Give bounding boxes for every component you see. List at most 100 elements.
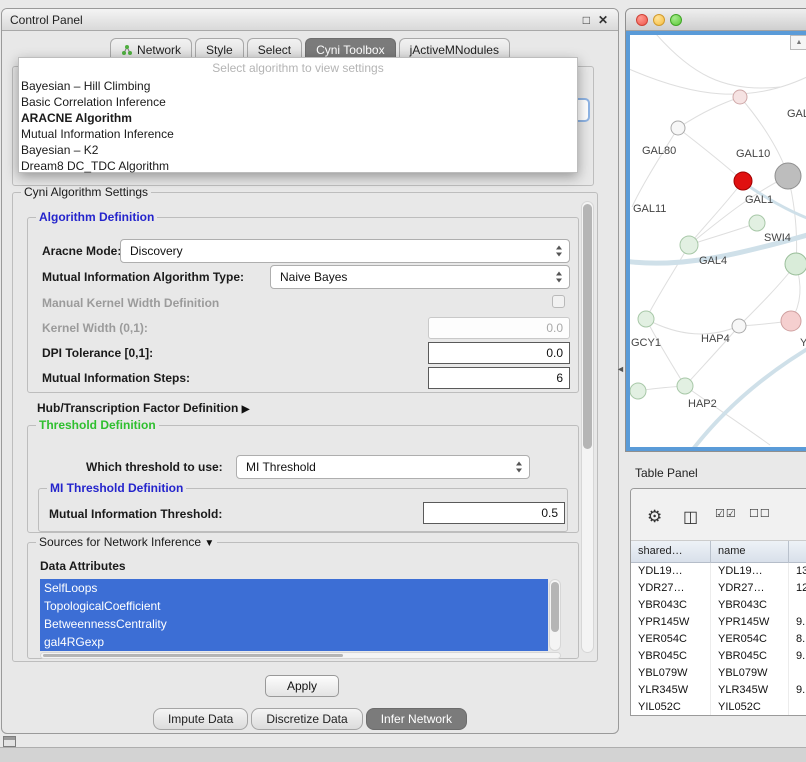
attribute-list-hscrollbar[interactable] [40,652,561,659]
scrollbar-up-icon[interactable]: ▲ [790,35,806,50]
dpi-tolerance-label: DPI Tolerance [0,1]: [42,344,153,362]
mi-threshold-label: Mutual Information Threshold: [49,505,222,523]
float-window-icon[interactable]: □ [583,9,590,31]
minimized-window-icon[interactable] [3,736,16,747]
tab-infer-network[interactable]: Infer Network [366,708,467,730]
table-row[interactable]: YBR045C YBR045C 9. [631,648,806,665]
network-node[interactable] [671,121,685,135]
network-node[interactable] [630,383,646,399]
aracne-mode-value: Discovery [130,244,183,258]
network-node[interactable] [734,172,752,190]
attribute-item[interactable]: SelfLoops [40,579,548,597]
close-traffic-light[interactable] [636,14,648,26]
close-window-icon[interactable]: ✕ [598,9,608,31]
table-header-row: shared… name [631,541,806,563]
attribute-item[interactable]: BetweennessCentrality [40,615,548,633]
network-canvas[interactable]: GAL GAL80 GAL10 GAL11 GAL1 SWI4 GAL4 GCY… [630,35,806,449]
settings-scrollbar-thumb[interactable] [583,204,592,449]
tab-impute-data[interactable]: Impute Data [153,708,248,730]
apply-button[interactable]: Apply [265,675,339,697]
tab-discretize-data[interactable]: Discretize Data [251,708,362,730]
which-threshold-select[interactable]: MI Threshold [236,455,530,479]
cell: YBR045C [631,648,711,665]
combo-stepper-icon [556,272,563,283]
manual-kernel-label: Manual Kernel Width Definition [42,294,219,312]
cyni-algorithm-settings-group: Cyni Algorithm Settings Algorithm Defini… [12,192,598,662]
table-row[interactable]: YDR27… YDR27… 12 [631,580,806,597]
cell: YBR043C [631,597,711,614]
table-row[interactable]: YBR043C YBR043C [631,597,806,614]
network-node-label: GAL11 [633,203,666,215]
mi-type-select[interactable]: Naive Bayes [270,265,570,289]
table-row[interactable]: YIL052C YIL052C [631,699,806,716]
kernel-width-field[interactable] [428,317,570,339]
manual-kernel-checkbox[interactable] [552,295,565,308]
attribute-list-scrollbar-thumb[interactable] [551,582,559,632]
network-window-titlebar [626,9,806,31]
settings-scrollbar[interactable] [581,201,594,653]
attribute-list-hscrollbar-thumb[interactable] [43,654,343,657]
network-node[interactable] [677,378,693,394]
algorithm-option[interactable]: Bayesian – Hill Climbing [19,78,577,94]
gear-icon[interactable]: ⚙ [647,507,662,527]
table-row[interactable]: YBL079W YBL079W [631,665,806,682]
column-chooser-icon[interactable]: ◫ [683,507,698,527]
attribute-item[interactable]: gal4RGexp [40,633,548,651]
hub-section-toggle[interactable]: Hub/Transcription Factor Definition ▶ [37,399,249,419]
network-node-label: GAL1 [745,194,773,206]
deselect-all-checkboxes-icon[interactable]: ☐☐ [749,507,771,520]
select-all-checkboxes-icon[interactable]: ☑☑ [715,507,737,520]
network-node-label: GAL [787,108,806,120]
table-row[interactable]: YPR145W YPR145W 9. [631,614,806,631]
cell: 13 [789,563,806,580]
algorithm-option[interactable]: Bayesian – K2 [19,142,577,158]
table-row[interactable]: YER054C YER054C 8. [631,631,806,648]
cell: YLR345W [631,682,711,699]
algorithm-option[interactable]: Mutual Information Inference [19,126,577,142]
cell: YIL052C [711,699,789,716]
network-node[interactable] [749,215,765,231]
network-node[interactable] [785,253,806,275]
bottom-status-bar [0,747,806,762]
network-node-label: HAP4 [701,333,730,345]
column-header-partial[interactable] [789,541,806,563]
network-node[interactable] [775,163,801,189]
sources-title: Sources for Network Inference [39,535,201,549]
control-panel-window: Control Panel □ ✕ Network Style Select C… [1,8,619,734]
network-node-label: GCY1 [631,337,661,349]
table-row[interactable]: YDL19… YDL19… 13 [631,563,806,580]
network-node[interactable] [638,311,654,327]
cell: YDR27… [631,580,711,597]
combo-stepper-icon [516,462,523,473]
minimize-traffic-light[interactable] [653,14,665,26]
column-header-shared-name[interactable]: shared… [631,541,711,563]
attribute-list-scrollbar[interactable] [549,579,561,651]
zoom-traffic-light[interactable] [670,14,682,26]
mi-threshold-field[interactable] [423,502,565,524]
mi-steps-field[interactable] [428,367,570,389]
algorithm-option[interactable]: Basic Correlation Inference [19,94,577,110]
cell: YER054C [711,631,789,648]
network-node[interactable] [732,319,746,333]
splitter-collapse-icon[interactable]: ◄ [616,364,625,374]
sources-toggle[interactable]: Sources for Network Inference ▼ [36,535,217,551]
aracne-mode-label: Aracne Mode: [42,242,121,260]
aracne-mode-select[interactable]: Discovery [120,239,570,263]
data-attributes-list: SelfLoops TopologicalCoefficient Between… [40,579,548,651]
network-node[interactable] [733,90,747,104]
network-node-label: GAL4 [699,255,727,267]
algorithm-option[interactable]: Dream8 DC_TDC Algorithm [19,158,577,174]
expand-right-icon: ▶ [242,404,250,415]
dpi-tolerance-field[interactable] [428,342,570,364]
network-canvas-frame: ▲ [626,31,806,451]
network-node[interactable] [781,311,801,331]
table-panel-window: ⚙ ◫ ☑☑ ☐☐ shared… name YDL19… YDL19… 13 … [630,488,806,716]
table-row[interactable]: YLR345W YLR345W 9. [631,682,806,699]
algorithm-option-selected[interactable]: ARACNE Algorithm [19,110,577,126]
column-header-name[interactable]: name [711,541,789,563]
network-node[interactable] [680,236,698,254]
cell: YDL19… [631,563,711,580]
attribute-item[interactable]: TopologicalCoefficient [40,597,548,615]
cell: YBR043C [711,597,789,614]
hub-section-label: Hub/Transcription Factor Definition [37,401,238,415]
